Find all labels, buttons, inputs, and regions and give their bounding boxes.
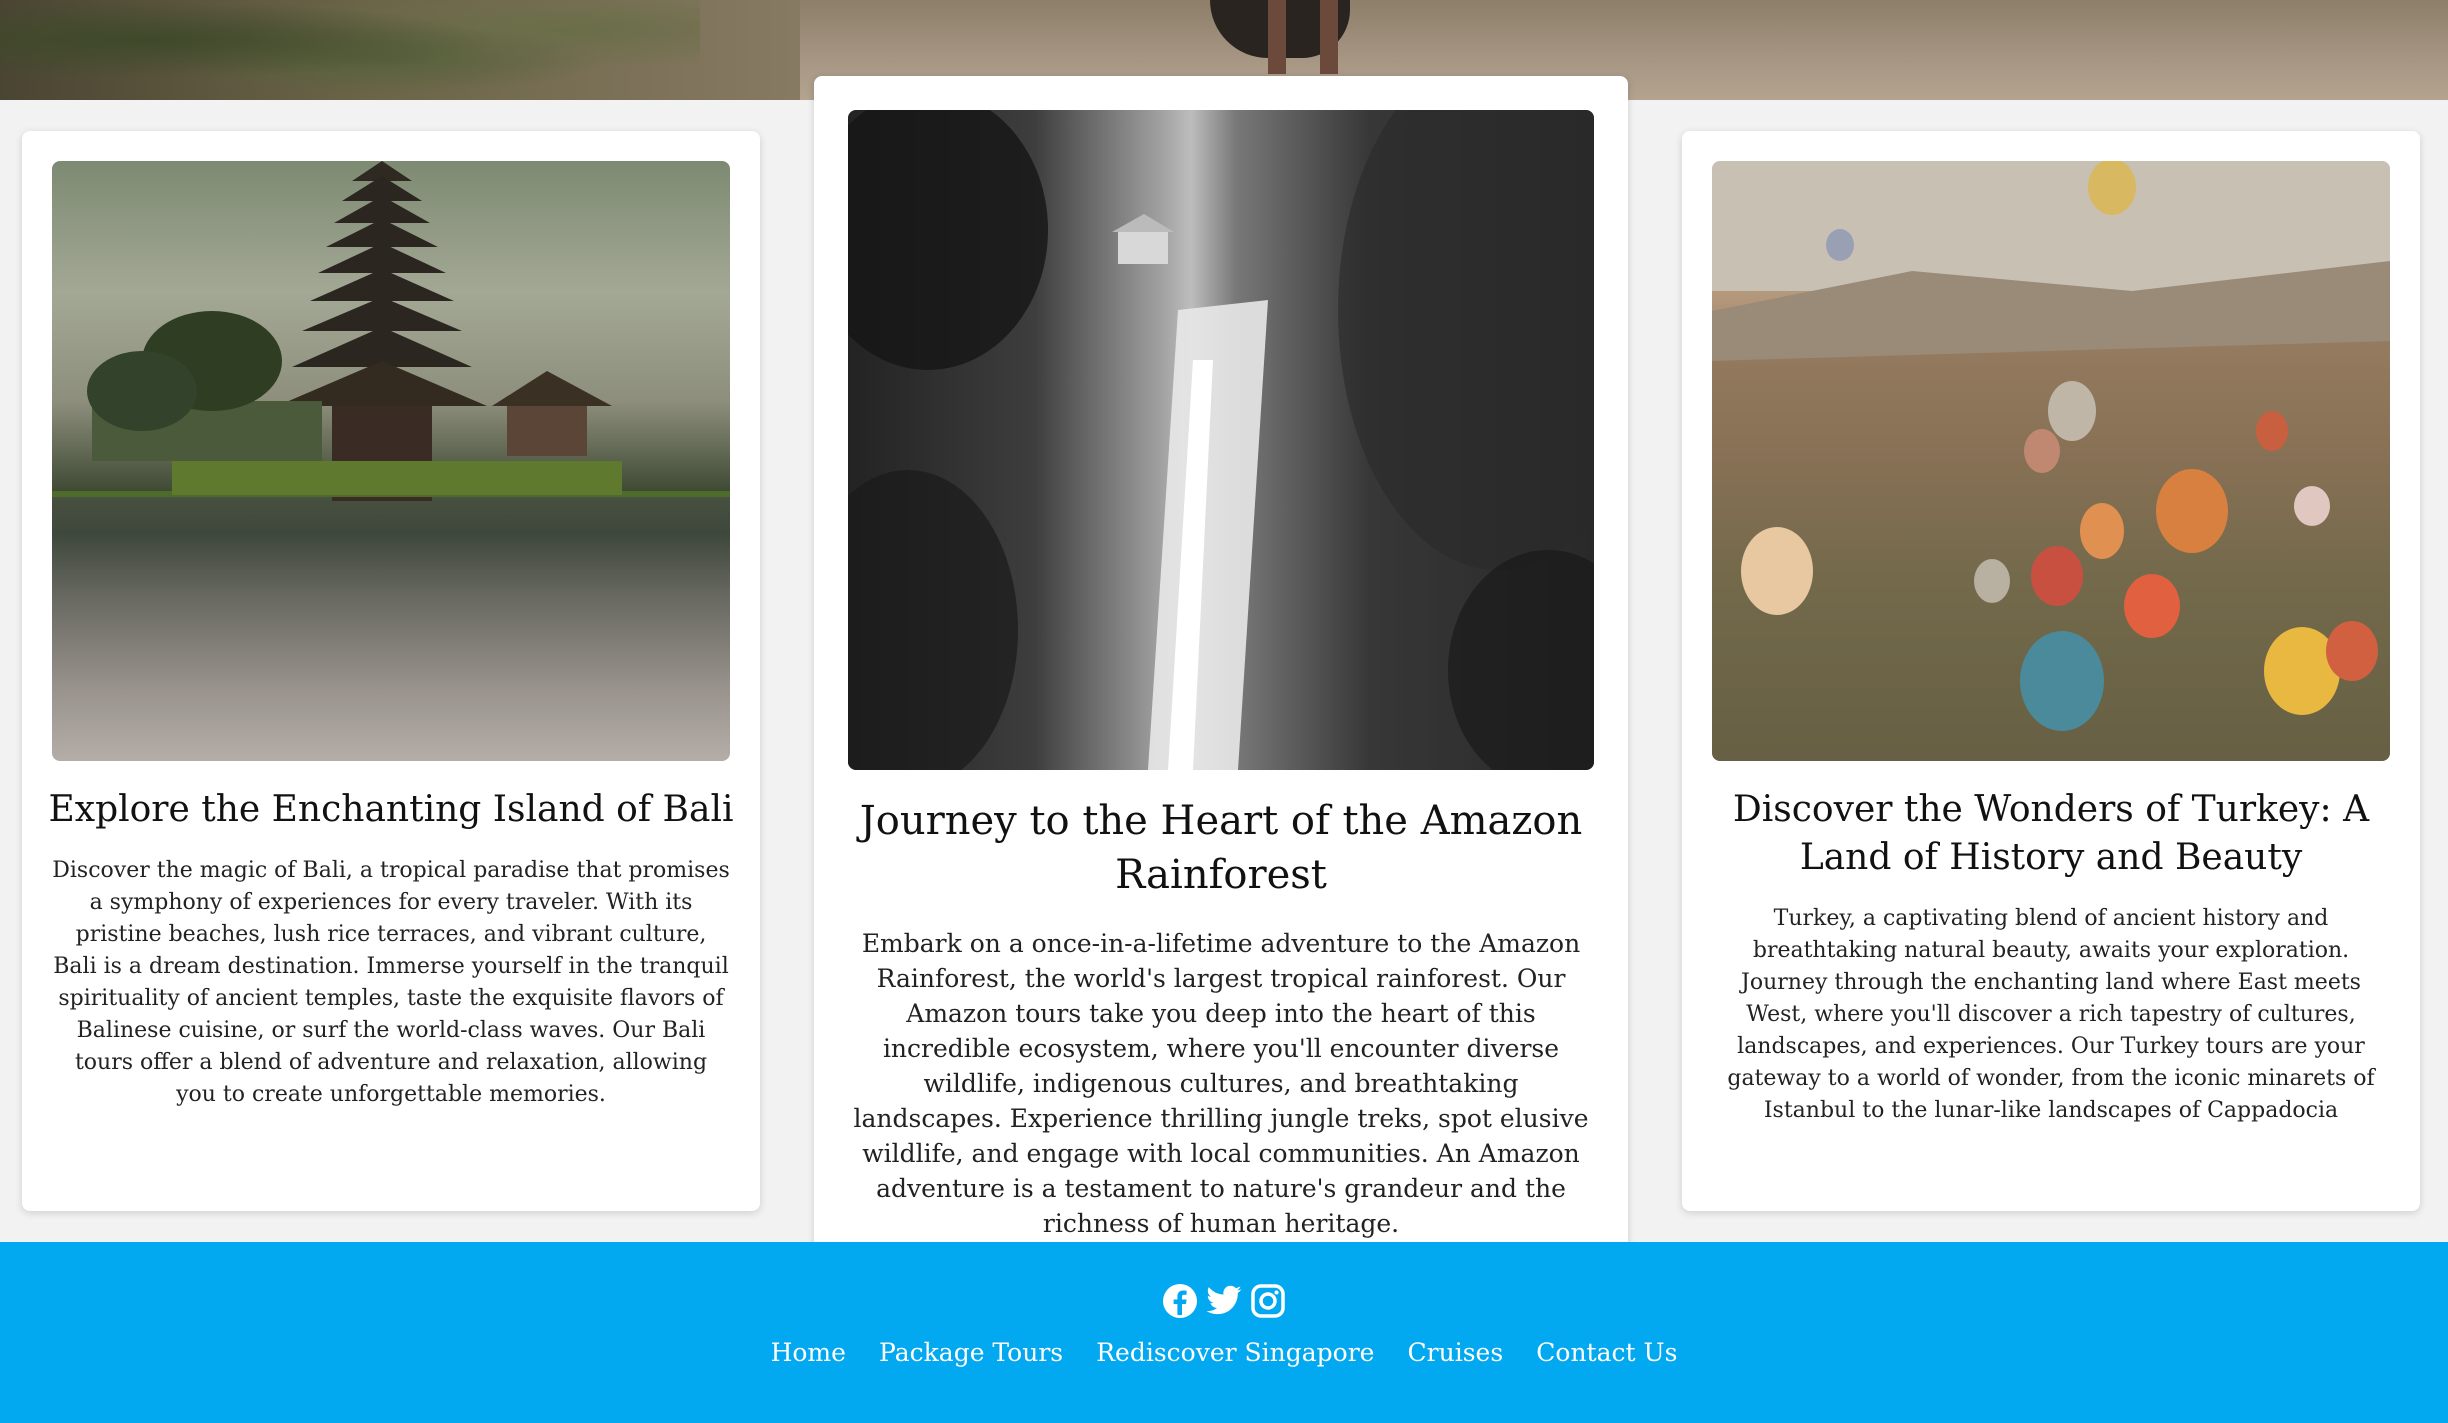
card-description: Discover the magic of Bali, a tropical p…	[52, 858, 730, 1107]
instagram-icon[interactable]	[1249, 1282, 1287, 1320]
destination-card-amazon[interactable]: Journey to the Heart of the Amazon Rainf…	[814, 76, 1628, 1266]
facebook-icon[interactable]	[1161, 1282, 1199, 1320]
footer-link-rediscover-singapore[interactable]: Rediscover Singapore	[1096, 1338, 1374, 1367]
card-title: Discover the Wonders of Turkey: A Land o…	[1732, 789, 2370, 878]
card-description: Turkey, a captivating blend of ancient h…	[1727, 906, 2375, 1123]
social-links	[1162, 1282, 1286, 1322]
card-description: Embark on a once-in-a-lifetime adventure…	[853, 929, 1589, 1238]
footer-link-home[interactable]: Home	[771, 1338, 846, 1367]
amazon-waterfall-image	[848, 110, 1594, 770]
card-title: Explore the Enchanting Island of Bali	[48, 789, 734, 830]
bali-temple-image	[52, 161, 730, 761]
card-title: Journey to the Heart of the Amazon Rainf…	[859, 798, 1583, 898]
footer-bottom-links	[0, 1410, 2448, 1423]
site-footer: Home Package Tours Rediscover Singapore …	[0, 1242, 2448, 1423]
footer-link-package-tours[interactable]: Package Tours	[879, 1338, 1063, 1367]
twitter-icon[interactable]	[1205, 1282, 1243, 1320]
footer-link-cruises[interactable]: Cruises	[1408, 1338, 1504, 1367]
destination-card-turkey[interactable]: Discover the Wonders of Turkey: A Land o…	[1682, 131, 2420, 1211]
footer-nav: Home Package Tours Rediscover Singapore …	[0, 1338, 2448, 1367]
turkey-balloons-image	[1712, 161, 2390, 761]
destination-card-bali[interactable]: Explore the Enchanting Island of Bali Di…	[22, 131, 760, 1211]
footer-link-contact-us[interactable]: Contact Us	[1536, 1338, 1677, 1367]
